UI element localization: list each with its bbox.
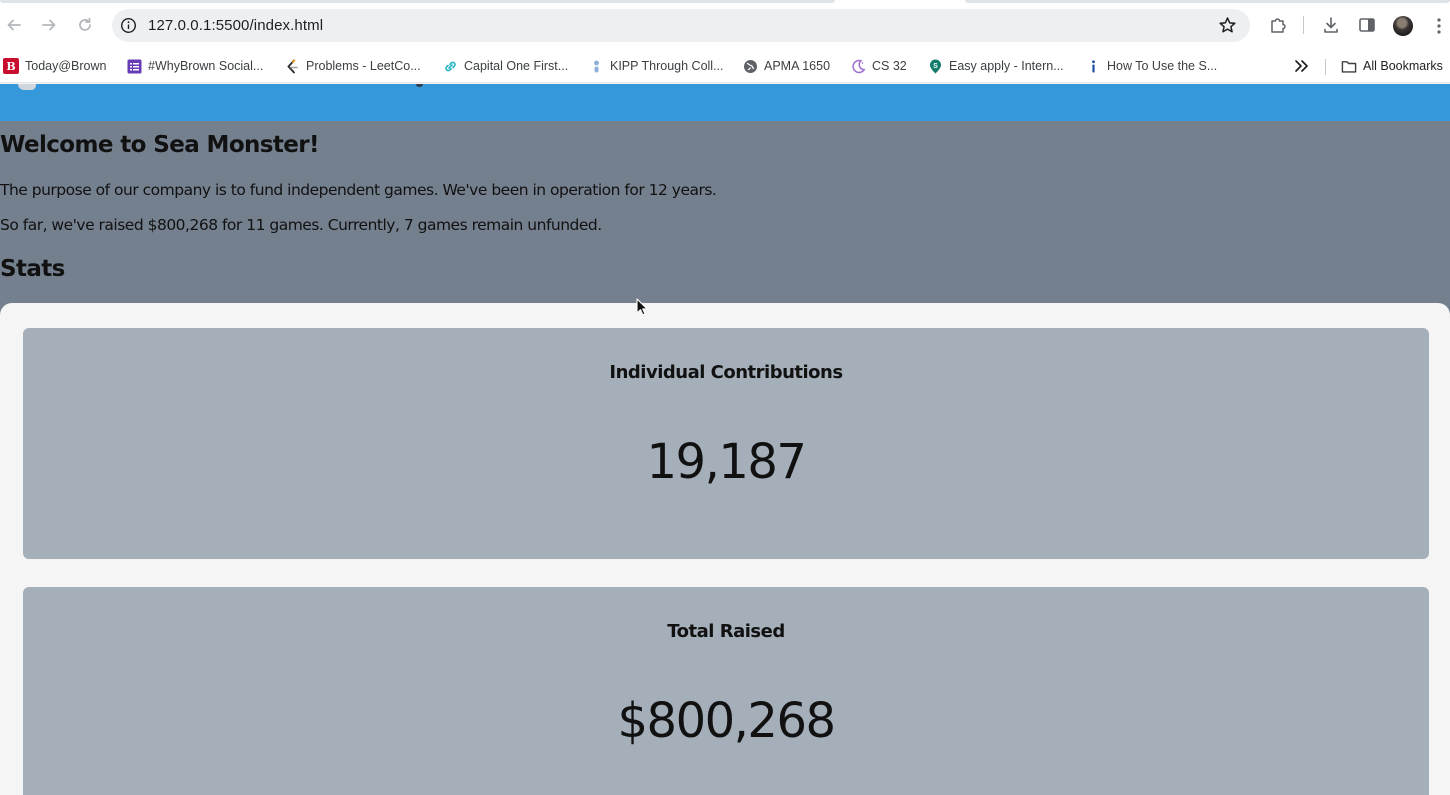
reload-icon[interactable] [73,13,97,37]
bookmark-label: How To Use the S... [1107,59,1218,73]
bookmark-label: Easy apply - Intern... [949,59,1064,73]
url-text[interactable]: 127.0.0.1:5500/index.html [148,17,323,34]
extensions-icon[interactable] [1268,15,1288,35]
all-bookmarks-label: All Bookmarks [1363,59,1443,73]
map-pin-icon: S [927,58,943,74]
bookmark-label: APMA 1650 [764,59,831,73]
bookmark-item[interactable]: #WhyBrown Social... [126,55,263,77]
stats-container: Individual Contributions 19,187 Total Ra… [0,303,1450,795]
chevron-double-right-icon[interactable] [1293,58,1311,74]
bookmarks-bar: B Today@Brown #WhyBrown Social... Proble… [0,50,1450,83]
bookmark-label: Today@Brown [25,59,107,73]
bookmark-star-icon[interactable] [1218,16,1237,35]
forward-icon[interactable] [37,13,61,37]
address-bar[interactable]: 127.0.0.1:5500/index.html [112,9,1250,42]
form-icon [126,58,142,74]
stat-card-total-raised: Total Raised $800,268 [23,587,1429,795]
bookmark-item[interactable]: KIPP Through Coll... [588,55,724,77]
leetcode-icon [284,58,300,74]
link-icon [442,58,458,74]
stat-value: 19,187 [646,434,807,490]
bookmark-item[interactable]: Capital One First... [442,55,568,77]
info-icon [1085,58,1101,74]
header-title-fragment [416,84,423,87]
site-info-icon[interactable] [120,17,137,34]
intro-text: The purpose of our company is to fund in… [0,181,717,199]
svg-text:S: S [933,63,938,70]
tab-strip-edge [0,0,835,3]
summary-text: So far, we've raised $800,268 for 11 gam… [0,216,602,234]
stats-title: Stats [0,256,65,282]
globe-icon [742,58,758,74]
back-icon[interactable] [2,13,26,37]
bookmark-label: #WhyBrown Social... [148,59,264,73]
browser-toolbar: 127.0.0.1:5500/index.html [0,0,1450,50]
page-viewport: Welcome to Sea Monster! The purpose of o… [0,84,1450,795]
person-icon [588,58,604,74]
welcome-title: Welcome to Sea Monster! [0,132,320,158]
moon-icon [850,58,866,74]
site-header [0,84,1450,121]
bookmark-item[interactable]: How To Use the S... [1085,55,1217,77]
download-icon[interactable] [1321,15,1341,35]
bookmark-label: KIPP Through Coll... [610,59,724,73]
bookmark-item[interactable]: S Easy apply - Intern... [927,55,1064,77]
bookmark-item[interactable]: Problems - LeetCo... [284,55,421,77]
bookmark-label: Capital One First... [464,59,569,73]
menu-kebab-icon[interactable] [1432,16,1446,36]
header-logo [18,84,36,90]
bookmarks-divider [1325,59,1326,75]
all-bookmarks-button[interactable]: All Bookmarks [1341,55,1443,77]
bookmark-item[interactable]: B Today@Brown [3,55,106,77]
bookmark-label: Problems - LeetCo... [306,59,421,73]
stat-label: Total Raised [667,621,785,642]
stat-label: Individual Contributions [609,362,843,383]
toolbar-divider [1303,16,1304,34]
tab-strip-edge [965,0,1450,3]
side-panel-icon[interactable] [1357,15,1377,35]
mouse-cursor-icon [636,298,648,316]
profile-avatar[interactable] [1393,16,1413,36]
bookmark-label: CS 32 [872,59,907,73]
bookmark-item[interactable]: CS 32 [850,55,907,77]
brown-b-icon: B [3,58,19,74]
bookmark-item[interactable]: APMA 1650 [742,55,830,77]
folder-icon [1341,58,1357,74]
stat-card-contributions: Individual Contributions 19,187 [23,328,1429,559]
stat-value: $800,268 [617,693,836,749]
